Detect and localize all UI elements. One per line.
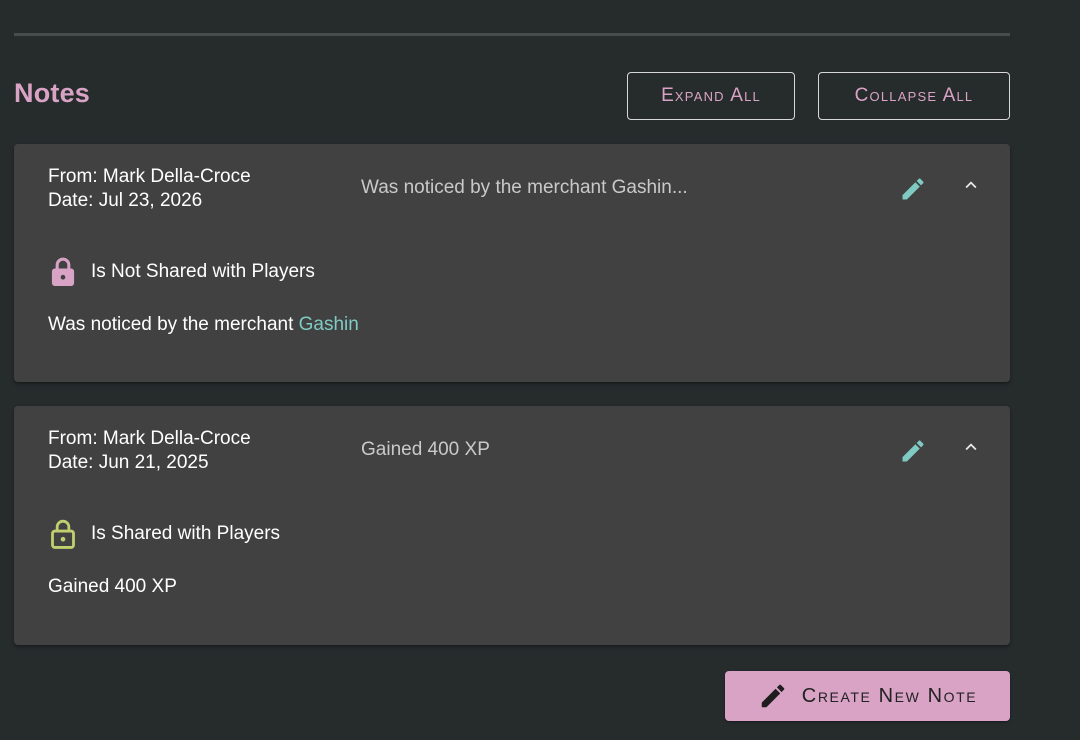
pencil-icon [902, 178, 924, 200]
collapse-all-button[interactable]: Collapse All [818, 72, 1010, 120]
chevron-up-icon [965, 181, 977, 189]
lock-closed-icon [48, 255, 78, 289]
create-new-note-button[interactable]: Create New Note [725, 671, 1010, 721]
share-status-row: Is Not Shared with Players [48, 255, 315, 289]
collapse-note-button[interactable] [958, 172, 984, 198]
share-status-label: Is Not Shared with Players [91, 261, 315, 282]
section-divider [14, 33, 1010, 36]
note-summary: Was noticed by the merchant Gashin... [361, 177, 688, 198]
note-card[interactable]: From: Mark Della-Croce Date: Jun 21, 202… [14, 406, 1010, 645]
note-summary: Gained 400 XP [361, 439, 490, 460]
pencil-icon [758, 681, 788, 711]
edit-note-button[interactable] [898, 436, 928, 466]
notes-page: Notes Expand All Collapse All From: Mark… [0, 0, 1080, 740]
page-title: Notes [14, 78, 91, 108]
note-date: Date: Jul 23, 2026 [48, 190, 203, 211]
note-meta: From: Mark Della-Croce Date: Jun 21, 202… [48, 427, 251, 475]
note-date: Date: Jun 21, 2025 [48, 452, 209, 473]
note-body-text: Was noticed by the merchant [48, 314, 299, 335]
pencil-icon [902, 440, 924, 462]
collapse-note-button[interactable] [958, 434, 984, 460]
note-card[interactable]: From: Mark Della-Croce Date: Jul 23, 202… [14, 144, 1010, 382]
note-body: Was noticed by the merchant Gashin [48, 314, 359, 336]
edit-note-button[interactable] [898, 174, 928, 204]
note-author: From: Mark Della-Croce [48, 428, 251, 449]
share-status-row: Is Shared with Players [48, 517, 280, 551]
chevron-up-icon [965, 443, 977, 451]
note-meta: From: Mark Della-Croce Date: Jul 23, 202… [48, 165, 251, 213]
merchant-link[interactable]: Gashin [299, 314, 359, 335]
note-author: From: Mark Della-Croce [48, 166, 251, 187]
note-body: Gained 400 XP [48, 576, 177, 597]
lock-open-icon [48, 517, 78, 551]
share-status-label: Is Shared with Players [91, 523, 281, 544]
expand-all-button[interactable]: Expand All [627, 72, 795, 120]
create-new-note-label: Create New Note [801, 684, 978, 707]
